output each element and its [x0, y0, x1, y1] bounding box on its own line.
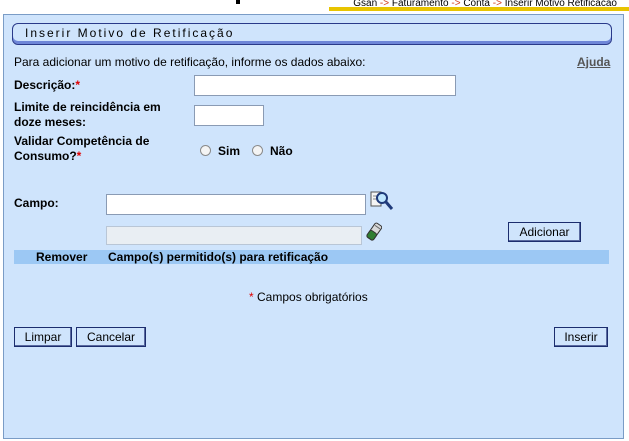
page-title: Inserir Motivo de Retificação [25, 26, 235, 40]
required-star: * [249, 290, 254, 304]
descricao-label-text: Descrição: [14, 78, 76, 92]
cancelar-button[interactable]: Cancelar [76, 327, 146, 347]
required-star: * [76, 149, 82, 163]
descricao-label: Descrição:* [14, 78, 80, 92]
search-icon[interactable] [370, 190, 394, 212]
campo-label: Campo: [14, 196, 59, 210]
required-note: * Campos obrigatórios [249, 290, 368, 304]
radio-nao-label: Não [270, 144, 293, 158]
adicionar-button[interactable]: Adicionar [508, 222, 581, 242]
breadcrumb-item: Inserir Motivo Retificacao [504, 0, 617, 9]
radio-nao[interactable] [252, 145, 263, 156]
required-star: * [75, 78, 81, 92]
breadcrumb-separator: -> [451, 0, 461, 9]
limite-input[interactable] [194, 105, 264, 126]
form-panel: Inserir Motivo de Retificação Para adici… [3, 14, 624, 439]
banner-mark [236, 0, 240, 4]
breadcrumb-item: Conta [463, 0, 490, 9]
intro-text: Para adicionar um motivo de retificação,… [14, 55, 366, 69]
breadcrumb-separator: -> [492, 0, 502, 9]
validar-label: Validar Competência de Consumo?* [14, 134, 149, 164]
validar-label-line1: Validar Competência de [14, 134, 150, 148]
limite-label: Limite de reincidência em doze meses: [14, 100, 161, 130]
col-campos-permitidos: Campo(s) permitido(s) para retificação [108, 250, 329, 264]
title-bar: Inserir Motivo de Retificação [12, 23, 612, 45]
breadcrumb-separator: -> [379, 0, 390, 9]
col-remover: Remover [36, 250, 88, 264]
inserir-button[interactable]: Inserir [554, 327, 608, 347]
validar-label-line2: Consumo? [14, 149, 77, 163]
breadcrumb-item: Gsan [353, 0, 378, 9]
descricao-input[interactable] [194, 75, 456, 96]
breadcrumb: Gsan -> Faturamento -> Conta -> Inserir … [353, 0, 617, 9]
help-link[interactable]: Ajuda [577, 55, 610, 69]
eraser-icon[interactable] [366, 222, 383, 242]
limite-label-line2: doze meses: [14, 115, 87, 129]
required-note-text: Campos obrigatórios [257, 290, 368, 304]
limpar-button[interactable]: Limpar [14, 327, 72, 347]
campo-input[interactable] [106, 194, 366, 215]
campo-selected-field [106, 226, 362, 245]
radio-sim[interactable] [200, 145, 211, 156]
radio-sim-label: Sim [218, 144, 241, 158]
table-header: Remover Campo(s) permitido(s) para retif… [14, 250, 609, 264]
limite-label-line1: Limite de reincidência em [14, 100, 161, 114]
breadcrumb-item: Faturamento [391, 0, 449, 9]
